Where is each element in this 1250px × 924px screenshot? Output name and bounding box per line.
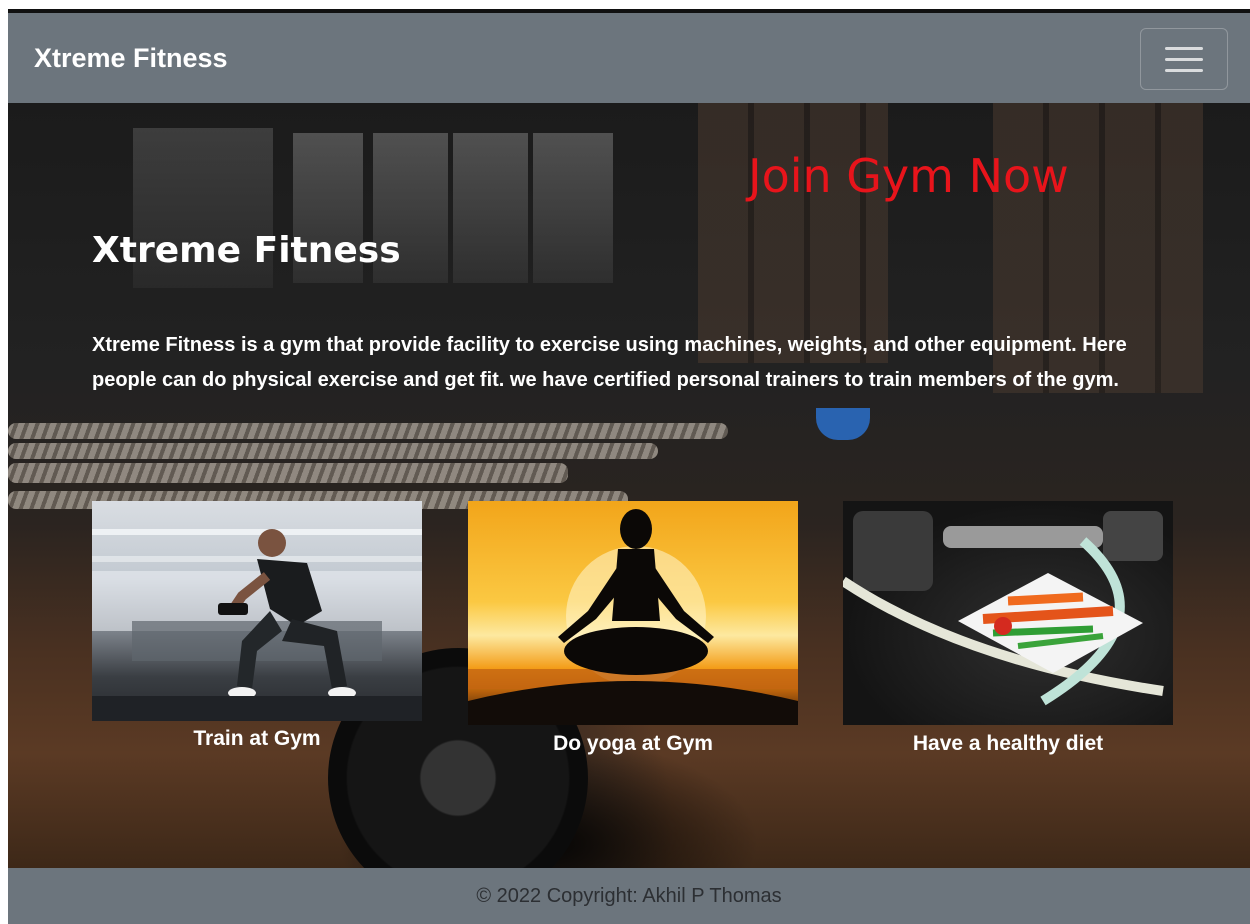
- hamburger-icon: [1165, 46, 1203, 50]
- battle-rope: [8, 423, 728, 439]
- card-yoga: Do yoga at Gym: [468, 501, 798, 766]
- background-shelf: [698, 103, 888, 363]
- card-caption: Have a healthy diet: [912, 732, 1104, 755]
- yoga-image: [468, 501, 798, 725]
- card-train: Train at Gym: [92, 501, 422, 761]
- card-caption: Do yoga at Gym: [553, 732, 713, 755]
- card-diet: Have a healthy diet: [843, 501, 1173, 766]
- gym-training-image: [92, 501, 422, 721]
- navbar: Xtreme Fitness: [8, 13, 1250, 103]
- navbar-toggler-button[interactable]: [1140, 28, 1228, 90]
- salad-and-dumbbell-icon: [843, 511, 1164, 706]
- healthy-diet-image: [843, 501, 1173, 725]
- hero-description: Xtreme Fitness is a gym that provide fac…: [92, 334, 1127, 391]
- meditating-person-icon: [468, 509, 798, 725]
- navbar-brand[interactable]: Xtreme Fitness: [34, 43, 228, 74]
- page-frame: Xtreme Fitness Join Gym Now Xtreme Fitne…: [8, 13, 1250, 924]
- hero-section: Join Gym Now Xtreme Fitness Xtreme Fitne…: [8, 103, 1250, 868]
- copyright-text: © 2022 Copyright: Akhil P Thomas: [476, 884, 782, 907]
- man-lifting-dumbbell-icon: [92, 529, 422, 721]
- background-bowl: [816, 408, 870, 440]
- footer: © 2022 Copyright: Akhil P Thomas: [8, 868, 1250, 924]
- hero-title: Xtreme Fitness: [92, 230, 401, 271]
- top-border: [0, 0, 1250, 14]
- join-gym-link[interactable]: Join Gym Now: [748, 149, 1069, 203]
- card-caption: Train at Gym: [193, 727, 321, 750]
